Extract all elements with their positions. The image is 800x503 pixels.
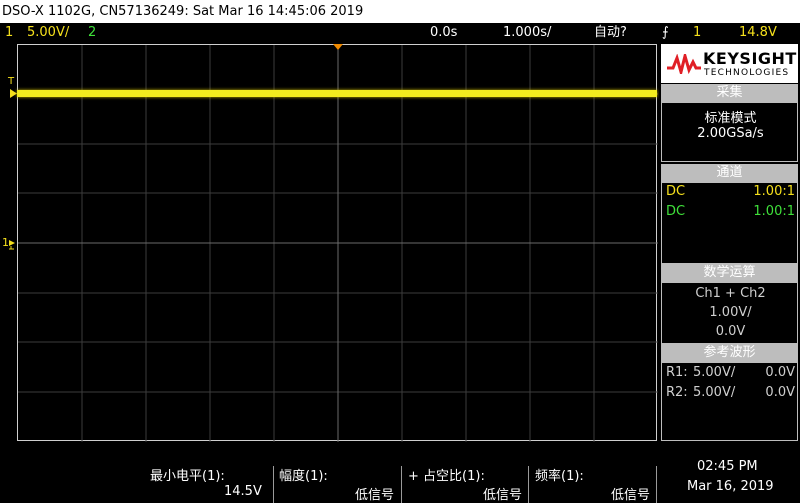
measurement-bar: 最小电平(1): 14.5V 幅度(1): 低信号 + 占空比(1): 低信号 … [0,443,800,503]
channel-probe: 1.00:1 [753,184,795,199]
keysight-logo: KEYSIGHT TECHNOLOGIES [661,44,798,83]
ch1-ground-label: 1 [2,236,9,249]
trigger-position-icon[interactable] [333,43,343,54]
reference-row[interactable]: R1: 5.00V/ 0.0V [666,365,795,380]
info-panel: KEYSIGHT TECHNOLOGIES 采集 标准模式 2.00GSa/s … [659,44,800,441]
channel-row[interactable]: DC 1.00:1 [666,204,795,219]
measurement-label[interactable]: 幅度(1): [279,465,328,484]
measurement-label[interactable]: + 占空比(1): [408,465,485,484]
math-section: Ch1 + Ch2 1.00V/ 0.0V [661,282,798,344]
trigger-level-arrow-icon[interactable] [10,89,17,101]
clock-time: 02:45 PM [697,459,758,474]
reference-label: R1: [666,365,688,380]
channel-coupling: DC [666,204,686,219]
trigger-level-label: T [8,76,15,87]
measurement-value: 低信号 [611,488,651,503]
math-offset: 0.0V [715,324,746,339]
brand-sub: TECHNOLOGIES [704,68,790,78]
time-offset[interactable]: 0.0s [430,23,457,42]
reference-row[interactable]: R2: 5.00V/ 0.0V [666,385,795,400]
measurement-value: 低信号 [355,488,395,503]
trigger-level[interactable]: 14.8V [739,23,777,42]
measurement-value: 低信号 [483,488,523,503]
time-scale[interactable]: 1.000s/ [503,23,551,42]
brand-name: KEYSIGHT [703,49,797,68]
ch1-scale[interactable]: 5.00V/ [27,23,69,42]
reference-scale: 5.00V/ [693,365,736,380]
divider [273,466,274,503]
ch1-ground-icon[interactable] [9,238,18,253]
channel-coupling: DC [666,184,686,199]
channel-probe: 1.00:1 [753,204,795,219]
trigger-mode[interactable]: 自动? [594,23,627,42]
math-scale: 1.00V/ [709,305,752,320]
divider [528,466,529,503]
graticule [18,45,658,442]
ch1-waveform-trace [17,90,657,97]
measurement-label[interactable]: 频率(1): [535,465,584,484]
divider [401,466,402,503]
acquire-mode: 标准模式 [704,111,757,126]
reference-label: R2: [666,385,688,400]
waveform-grid[interactable] [17,44,658,442]
reference-offset: 0.0V [765,385,795,400]
channels-header[interactable]: 通道 [661,164,798,182]
trigger-edge-icon: ⨍ [662,25,669,40]
sample-rate: 2.00GSa/s [697,126,764,141]
channel-row[interactable]: DC 1.00:1 [666,184,795,199]
acquire-header[interactable]: 采集 [661,84,798,102]
window-titlebar: DSO-X 1102G, CN57136249: Sat Mar 16 14:4… [0,0,800,23]
channels-section: DC 1.00:1 DC 1.00:1 [661,182,798,264]
trigger-source[interactable]: 1 [693,23,701,42]
measurement-value: 14.5V [224,484,262,499]
reference-header[interactable]: 参考波形 [661,344,798,362]
status-bar: 1 5.00V/ 2 0.0s 1.000s/ 自动? ⨍ 1 14.8V [0,23,800,42]
reference-offset: 0.0V [765,365,795,380]
measurement-label[interactable]: 最小电平(1): [150,465,225,484]
ch1-number[interactable]: 1 [5,23,13,42]
ch2-number[interactable]: 2 [88,23,96,42]
divider [656,466,657,503]
clock-date: Mar 16, 2019 [687,479,774,494]
acquire-section: 标准模式 2.00GSa/s [661,102,798,162]
reference-scale: 5.00V/ [693,385,736,400]
reference-section: R1: 5.00V/ 0.0V R2: 5.00V/ 0.0V [661,362,798,441]
center-axes [18,45,658,442]
keysight-wave-icon [667,54,701,74]
math-function: Ch1 + Ch2 [695,286,766,301]
math-header[interactable]: 数学运算 [661,264,798,282]
